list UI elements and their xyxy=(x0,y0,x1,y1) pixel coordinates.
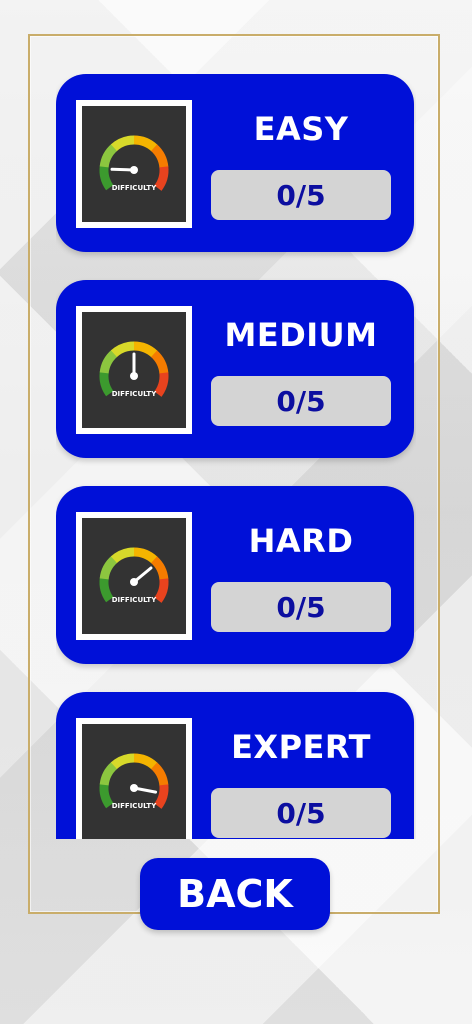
level-title: EXPERT xyxy=(231,728,371,766)
gauge-segment xyxy=(110,135,135,152)
gauge-segment xyxy=(99,555,118,580)
gauge-segment xyxy=(133,135,158,152)
level-card-expert[interactable]: DIFFICULTY EXPERT 0/5 xyxy=(56,692,414,839)
gauge-segment xyxy=(150,350,169,375)
gauge-label: DIFFICULTY xyxy=(112,596,157,604)
gauge-label: DIFFICULTY xyxy=(112,184,157,192)
gauge-segment xyxy=(99,349,118,374)
gauge-segment xyxy=(110,341,135,358)
level-card-easy[interactable]: DIFFICULTY EASY 0/5 xyxy=(56,74,414,252)
gauge-segment xyxy=(99,761,118,786)
level-title: HARD xyxy=(248,522,354,560)
gauge-segment xyxy=(133,753,158,770)
difficulty-gauge-icon: DIFFICULTY xyxy=(99,341,169,398)
gauge-segment xyxy=(150,762,169,787)
gauge-segment xyxy=(110,753,135,770)
gauge-segment xyxy=(154,372,169,397)
gauge-hub xyxy=(130,578,138,586)
gauge-segment xyxy=(133,341,158,358)
gauge-segment xyxy=(99,783,114,809)
gauge-hub xyxy=(130,372,138,380)
level-score: 0/5 xyxy=(211,788,391,838)
gauge-segment xyxy=(133,547,158,564)
level-score: 0/5 xyxy=(211,582,391,632)
gauge-hub xyxy=(130,784,138,792)
gauge-segment xyxy=(154,784,169,809)
gauge-label: DIFFICULTY xyxy=(112,802,157,810)
difficulty-gauge-icon: DIFFICULTY xyxy=(99,547,169,604)
back-button[interactable]: BACK xyxy=(140,858,330,930)
gauge-segment xyxy=(150,144,169,169)
gauge-segment xyxy=(110,547,135,564)
level-title: MEDIUM xyxy=(224,316,378,354)
gauge-hub xyxy=(130,166,138,174)
gauge-segment xyxy=(150,556,169,581)
level-icon-frame: DIFFICULTY xyxy=(76,306,192,434)
level-icon-frame: DIFFICULTY xyxy=(76,718,192,839)
level-icon-frame: DIFFICULTY xyxy=(76,100,192,228)
gauge-segment xyxy=(99,371,114,397)
gauge-segment xyxy=(99,143,118,168)
level-title: EASY xyxy=(253,110,349,148)
level-card-medium[interactable]: DIFFICULTY MEDIUM 0/5 xyxy=(56,280,414,458)
gauge-label: DIFFICULTY xyxy=(112,390,157,398)
difficulty-gauge-icon: DIFFICULTY xyxy=(99,753,169,810)
level-score: 0/5 xyxy=(211,170,391,220)
level-icon-frame: DIFFICULTY xyxy=(76,512,192,640)
gauge-segment xyxy=(154,578,169,603)
gauge-segment xyxy=(99,577,114,603)
level-score: 0/5 xyxy=(211,376,391,426)
gauge-segment xyxy=(99,165,114,191)
level-list[interactable]: DIFFICULTY EASY 0/5 DIFFICULTY MEDIUM 0/… xyxy=(56,74,416,839)
difficulty-gauge-icon: DIFFICULTY xyxy=(99,135,169,192)
gauge-segment xyxy=(154,166,169,191)
level-card-hard[interactable]: DIFFICULTY HARD 0/5 xyxy=(56,486,414,664)
